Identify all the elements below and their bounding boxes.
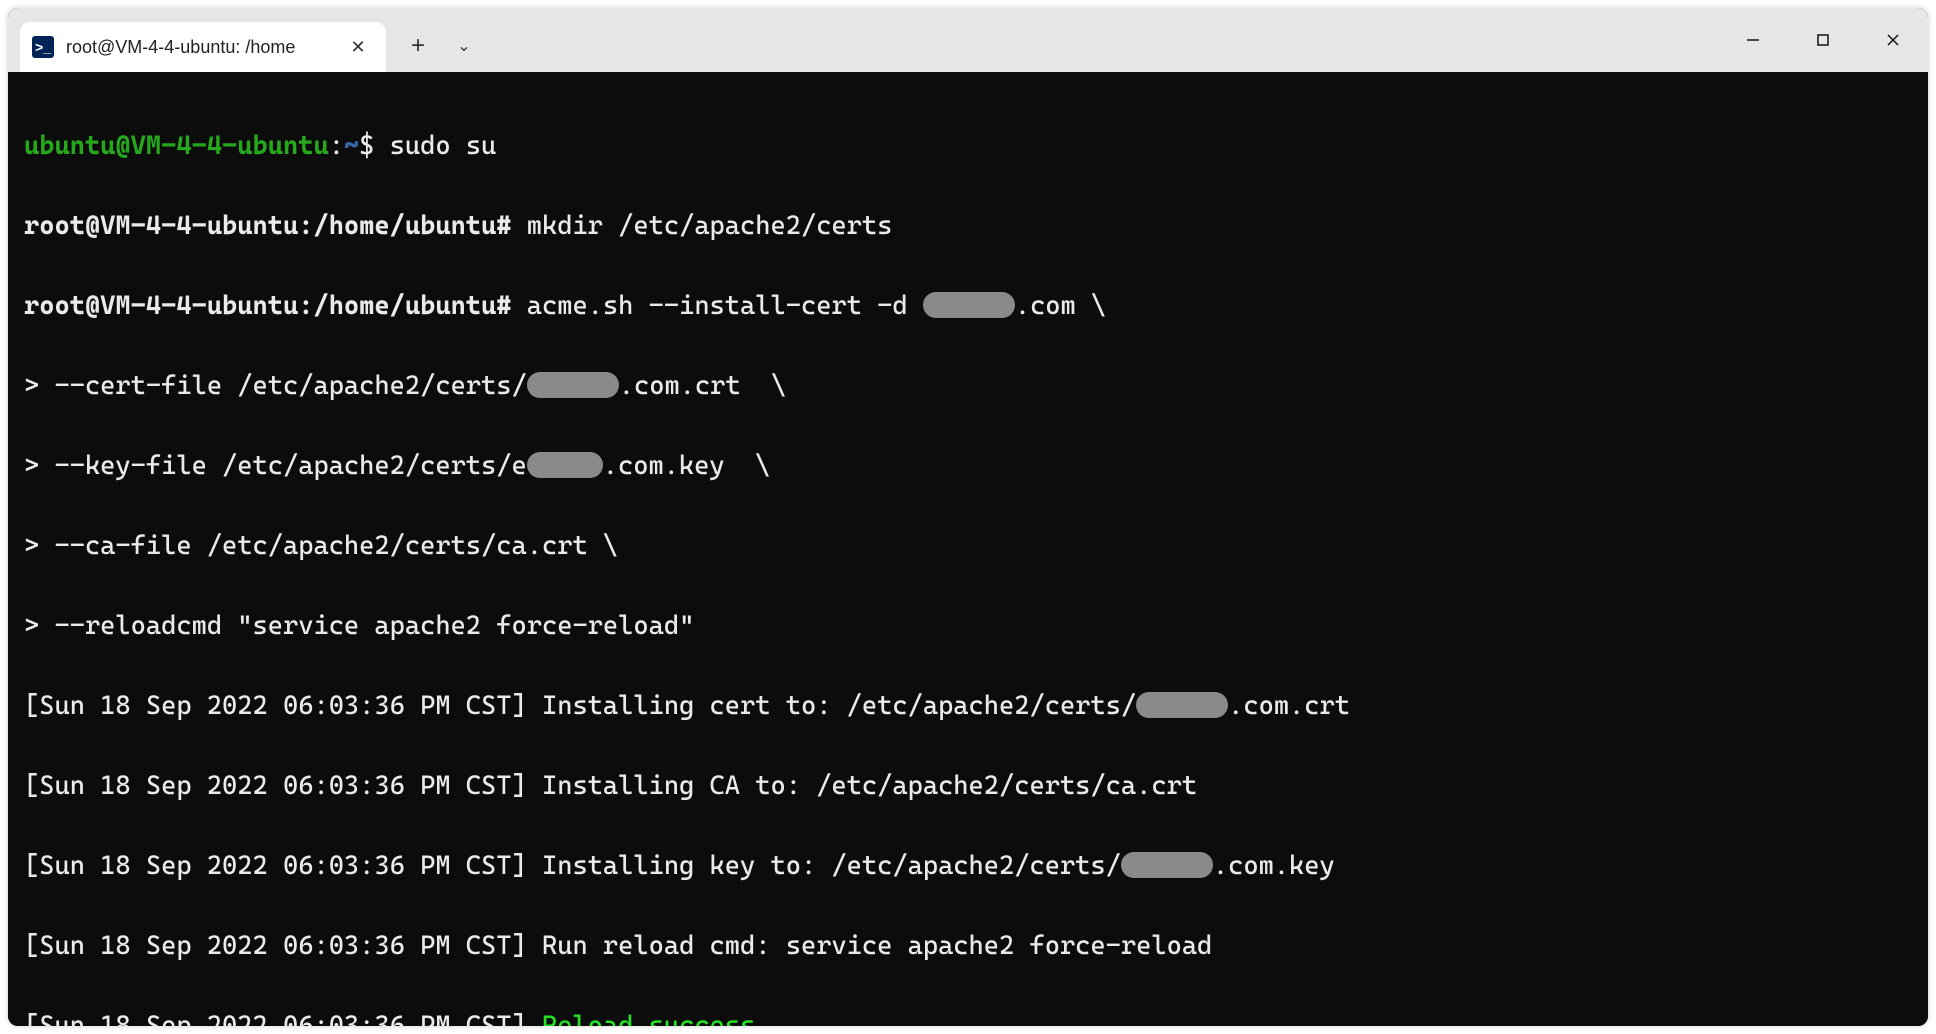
- redaction: [1136, 692, 1228, 718]
- window-controls: [1718, 8, 1928, 72]
- redaction: [527, 372, 619, 398]
- tab-close-button[interactable]: ✕: [344, 33, 372, 61]
- tab-dropdown-button[interactable]: ⌄: [444, 24, 484, 68]
- titlebar: >_ root@VM-4-4-ubuntu: /home ✕ + ⌄: [8, 8, 1928, 72]
- tab-title: root@VM-4-4-ubuntu: /home: [66, 37, 344, 58]
- tab-active[interactable]: >_ root@VM-4-4-ubuntu: /home ✕: [20, 22, 386, 72]
- new-tab-button[interactable]: +: [396, 24, 440, 68]
- terminal-line: [Sun 18 Sep 2022 06:03:36 PM CST] Instal…: [24, 766, 1912, 806]
- terminal-line: > --reloadcmd "service apache2 force-rel…: [24, 606, 1912, 646]
- terminal-line: > --key-file /etc/apache2/certs/e.com.ke…: [24, 446, 1912, 486]
- redaction: [527, 452, 603, 478]
- terminal-line: ubuntu@VM-4-4-ubuntu:~$ sudo su: [24, 126, 1912, 166]
- terminal-line: [Sun 18 Sep 2022 06:03:36 PM CST] Run re…: [24, 926, 1912, 966]
- maximize-icon: [1815, 32, 1831, 48]
- powershell-icon: >_: [32, 36, 54, 58]
- redaction: [1121, 852, 1213, 878]
- terminal-line: > --cert-file /etc/apache2/certs/.com.cr…: [24, 366, 1912, 406]
- terminal-window: >_ root@VM-4-4-ubuntu: /home ✕ + ⌄ ubunt…: [8, 8, 1928, 1026]
- redaction: [923, 292, 1015, 318]
- terminal-line: > --ca-file /etc/apache2/certs/ca.crt \: [24, 526, 1912, 566]
- maximize-button[interactable]: [1788, 15, 1858, 65]
- minimize-icon: [1745, 32, 1761, 48]
- terminal-viewport[interactable]: ubuntu@VM-4-4-ubuntu:~$ sudo su root@VM-…: [8, 72, 1928, 1026]
- terminal-line: [Sun 18 Sep 2022 06:03:36 PM CST] Instal…: [24, 686, 1912, 726]
- minimize-button[interactable]: [1718, 15, 1788, 65]
- tab-strip: >_ root@VM-4-4-ubuntu: /home ✕ + ⌄: [8, 8, 484, 72]
- terminal-line: [Sun 18 Sep 2022 06:03:36 PM CST] Instal…: [24, 846, 1912, 886]
- close-window-button[interactable]: [1858, 15, 1928, 65]
- close-icon: [1885, 32, 1901, 48]
- terminal-line: root@VM-4-4-ubuntu:/home/ubuntu# acme.sh…: [24, 286, 1912, 326]
- terminal-line: root@VM-4-4-ubuntu:/home/ubuntu# mkdir /…: [24, 206, 1912, 246]
- terminal-line: [Sun 18 Sep 2022 06:03:36 PM CST] Reload…: [24, 1006, 1912, 1026]
